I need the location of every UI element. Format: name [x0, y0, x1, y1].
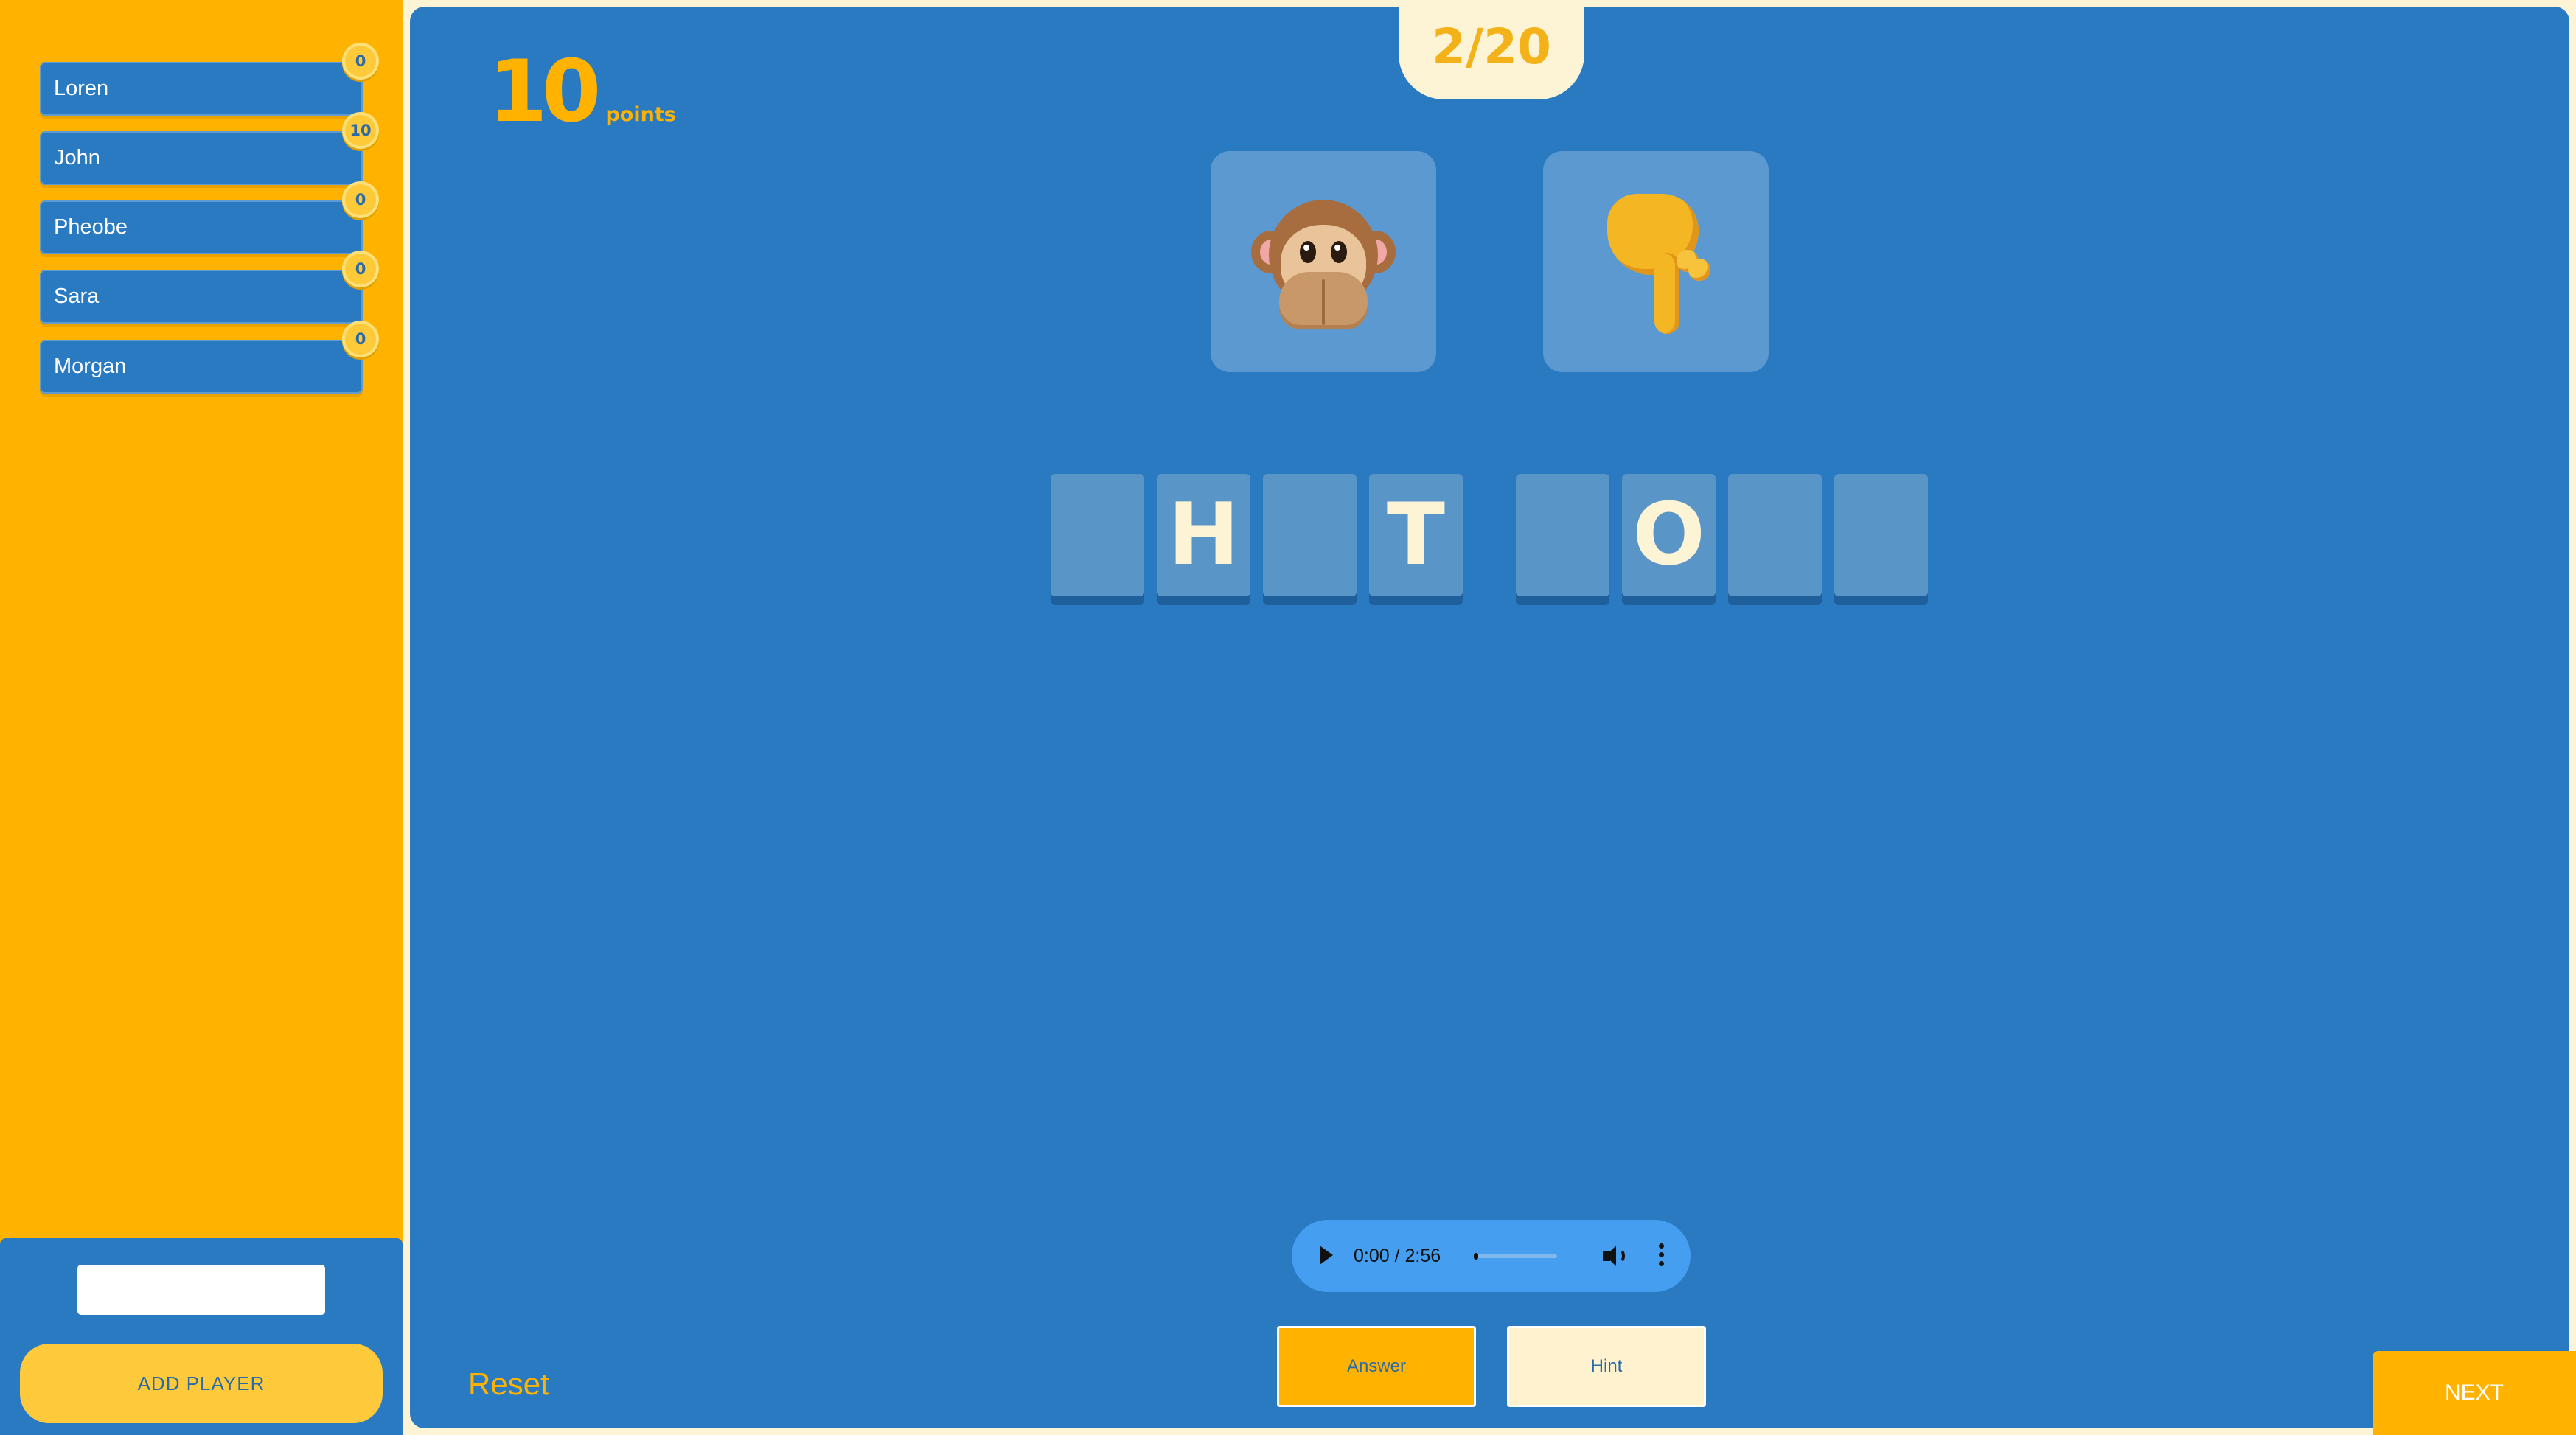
player-name: John [54, 146, 100, 170]
next-button[interactable]: NEXT [2373, 1351, 2576, 1435]
player-sidebar: Loren 0 John 10 Pheobe 0 Sara 0 Morgan 0… [0, 0, 403, 1435]
player-card-sara[interactable]: Sara 0 [40, 251, 379, 324]
audio-seek-handle[interactable] [1474, 1253, 1478, 1260]
player-name-input[interactable] [77, 1265, 325, 1315]
letter-tile [1051, 474, 1144, 596]
letter-tile [1728, 474, 1822, 596]
points-display: 10 points [488, 49, 676, 135]
player-score-badge: 0 [342, 321, 379, 357]
player-card-loren[interactable]: Loren 0 [40, 43, 379, 116]
audio-time: 0:00 / 2:56 [1354, 1246, 1441, 1266]
points-label: points [605, 103, 676, 126]
play-icon[interactable] [1320, 1246, 1333, 1265]
add-player-button[interactable]: ADD PLAYER [20, 1344, 383, 1423]
letter-tile [1516, 474, 1609, 596]
player-name: Sara [54, 284, 100, 308]
player-card-john[interactable]: John 10 [40, 112, 379, 185]
player-name: Morgan [54, 355, 127, 378]
volume-icon[interactable] [1603, 1244, 1625, 1268]
letter-tile: H [1157, 474, 1250, 596]
add-player-panel: ADD PLAYER [0, 1238, 403, 1435]
pointing-down-hand-icon [1597, 188, 1715, 335]
audio-player: 0:00 / 2:56 [1292, 1220, 1691, 1292]
reset-button[interactable]: Reset [468, 1366, 549, 1402]
speak-no-evil-monkey-icon [1251, 189, 1396, 334]
clue-card-2 [1543, 151, 1769, 372]
audio-seek-bar[interactable] [1474, 1253, 1557, 1260]
round-counter: 2/20 [1399, 0, 1584, 99]
player-score-badge: 0 [342, 181, 379, 218]
player-card-morgan[interactable]: Morgan 0 [40, 321, 379, 394]
letter-tile [1263, 474, 1357, 596]
player-name: Loren [54, 77, 109, 100]
clue-card-1 [1211, 151, 1436, 372]
more-options-icon[interactable] [1657, 1243, 1665, 1268]
letter-tile: T [1369, 474, 1463, 596]
letter-tile: O [1622, 474, 1716, 596]
player-score-badge: 10 [342, 112, 379, 149]
hint-button[interactable]: Hint [1507, 1326, 1706, 1407]
player-name: Pheobe [54, 215, 128, 239]
points-value: 10 [488, 42, 601, 142]
answer-button[interactable]: Answer [1277, 1326, 1476, 1407]
game-board: 2/20 10 points H T O 0:00 / 2:56 Answer … [410, 0, 2569, 1428]
player-score-badge: 0 [342, 43, 379, 80]
letter-tile [1834, 474, 1928, 596]
player-card-pheobe[interactable]: Pheobe 0 [40, 181, 379, 254]
player-score-badge: 0 [342, 251, 379, 287]
